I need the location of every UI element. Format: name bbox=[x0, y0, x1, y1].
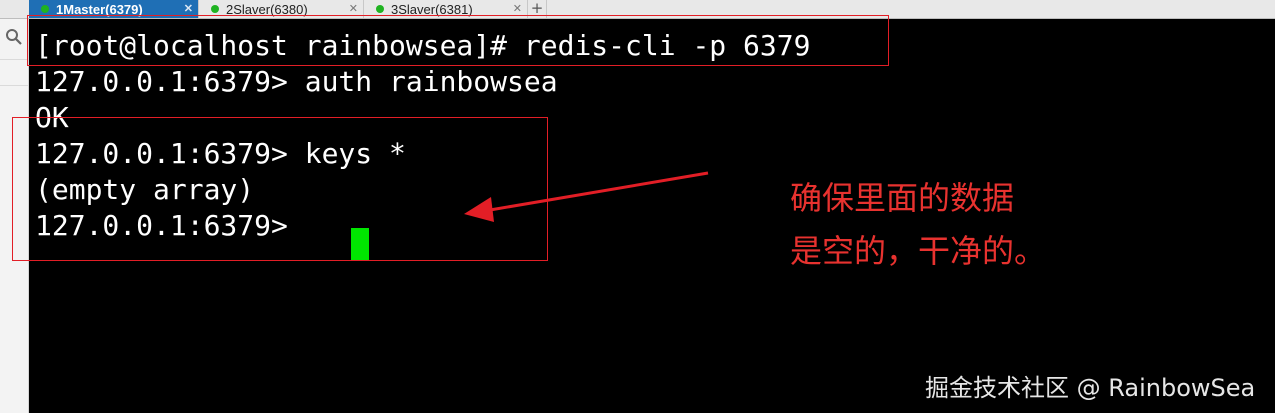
annotation-line-1: 确保里面的数据 bbox=[790, 179, 1015, 217]
annotation-text: 确保里面的数据 是空的，干净的。 bbox=[790, 172, 1046, 278]
annotation-arrow bbox=[464, 171, 709, 222]
annotation-line-2: 是空的，干净的。 bbox=[790, 232, 1047, 270]
watermark: 掘金技术社区 @ RainbowSea bbox=[925, 374, 1256, 402]
